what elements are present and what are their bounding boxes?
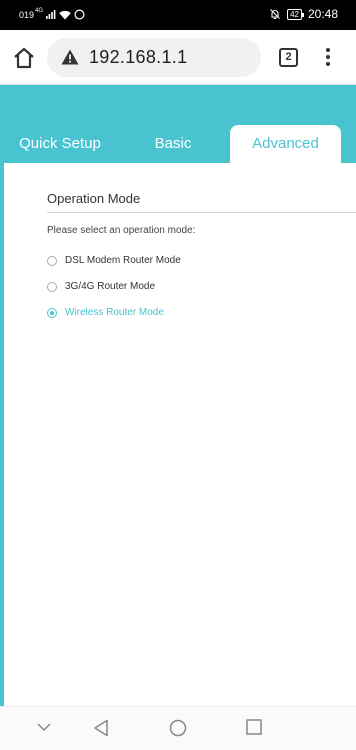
battery-indicator: 42 [287, 8, 304, 20]
url-text: 192.168.1.1 [89, 47, 188, 67]
network-type: 4G [35, 7, 44, 14]
option-dsl-modem-router[interactable]: DSL Modem Router Mode [47, 255, 181, 266]
section-prompt: Please select an operation mode: [47, 225, 196, 236]
section-divider [47, 212, 356, 213]
browser-toolbar: 192.168.1.1 2 [0, 30, 356, 85]
home-button[interactable] [11, 45, 37, 71]
carrier-text: 019 [19, 9, 35, 20]
notifications-off-icon [270, 9, 280, 19]
system-nav-bar [0, 706, 356, 750]
chevron-down-icon[interactable] [37, 723, 51, 732]
tab-quick-setup[interactable]: Quick Setup [0, 125, 120, 163]
option-label: 3G/4G Router Mode [65, 281, 156, 292]
option-label: Wireless Router Mode [65, 307, 164, 318]
option-wireless-router[interactable]: Wireless Router Mode [47, 307, 164, 318]
more-dot-icon [326, 48, 330, 52]
radio-button[interactable] [47, 307, 57, 318]
home-circle-icon[interactable] [169, 719, 187, 737]
status-left: 019 4G [19, 7, 85, 20]
home-icon [14, 47, 34, 69]
section-title: Operation Mode [47, 191, 141, 206]
address-bar[interactable]: 192.168.1.1 [47, 38, 261, 77]
status-right: 42 20:48 [269, 7, 338, 21]
back-icon[interactable] [93, 719, 109, 737]
tab-basic[interactable]: Basic [118, 125, 228, 163]
status-bar: 019 4G 42 20:48 [0, 0, 356, 30]
recents-square-icon[interactable] [246, 719, 262, 735]
more-dot-icon [326, 55, 330, 59]
radio-button[interactable] [47, 255, 57, 266]
radio-button[interactable] [47, 281, 57, 292]
clock: 20:48 [307, 7, 338, 21]
router-page: Quick Setup Basic Advanced Operation Mod… [0, 85, 356, 706]
warning-icon [61, 49, 79, 65]
option-label: DSL Modem Router Mode [65, 255, 181, 266]
content-panel: Operation Mode Please select an operatio… [4, 163, 356, 706]
main-tabs: Quick Setup Basic Advanced [0, 125, 356, 163]
whatsapp-icon [74, 9, 85, 20]
tab-switcher-button[interactable]: 2 [279, 48, 298, 67]
wifi-icon [59, 10, 71, 19]
signal-icon [46, 10, 56, 19]
menu-button[interactable] [318, 46, 338, 70]
tab-advanced[interactable]: Advanced [230, 125, 341, 163]
option-3g4g-router[interactable]: 3G/4G Router Mode [47, 281, 155, 292]
more-dot-icon [326, 62, 330, 66]
